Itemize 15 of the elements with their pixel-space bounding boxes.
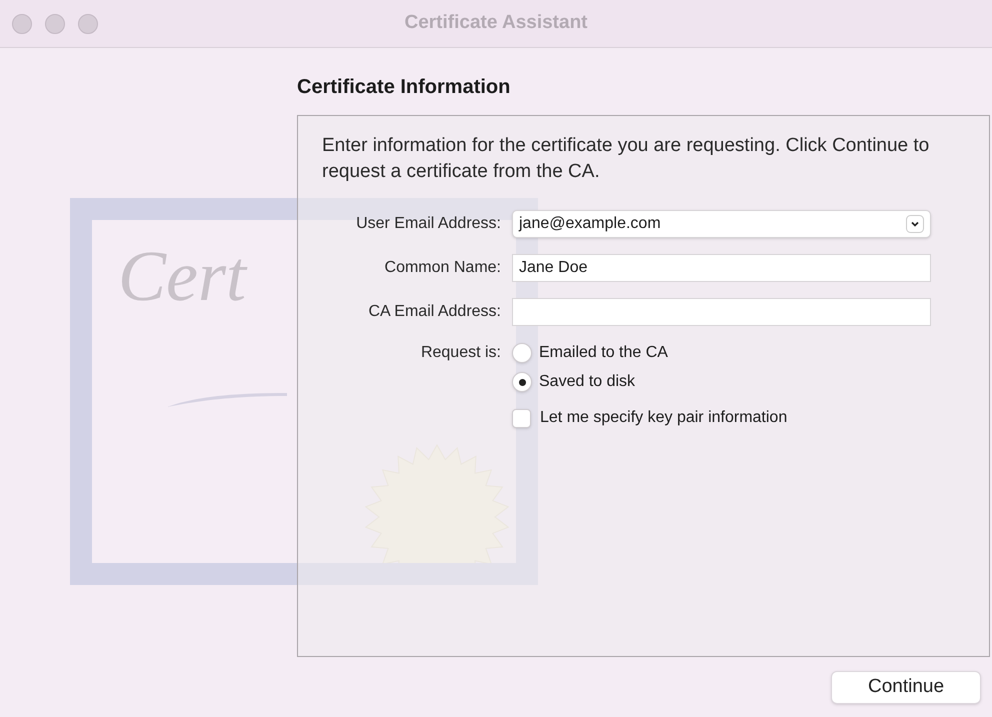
option-label: Saved to disk	[539, 372, 636, 392]
window-title: Certificate Assistant	[404, 11, 588, 36]
radio-option[interactable]: Saved to disk	[512, 370, 636, 394]
field-label: Request is:	[420, 343, 501, 363]
section-heading: Certificate Information	[297, 75, 512, 100]
field-label: Common Name:	[384, 258, 501, 278]
continue-button[interactable]: Continue	[831, 671, 981, 704]
field-label: CA Email Address:	[368, 302, 501, 322]
instruction-text: Enter information for the certificate you are requesting. Click Continue to request a certificate from the CA.	[322, 134, 930, 184]
field-label: User Email Address:	[356, 214, 501, 234]
option-label: Emailed to the CA	[539, 343, 668, 363]
text-field[interactable]: Jane Doe	[512, 254, 931, 282]
checkbox-label: Let me specify key pair information	[540, 408, 788, 428]
email-dropdown[interactable]: jane@example.com	[512, 210, 931, 238]
radio-option[interactable]: Emailed to the CA	[512, 341, 668, 365]
